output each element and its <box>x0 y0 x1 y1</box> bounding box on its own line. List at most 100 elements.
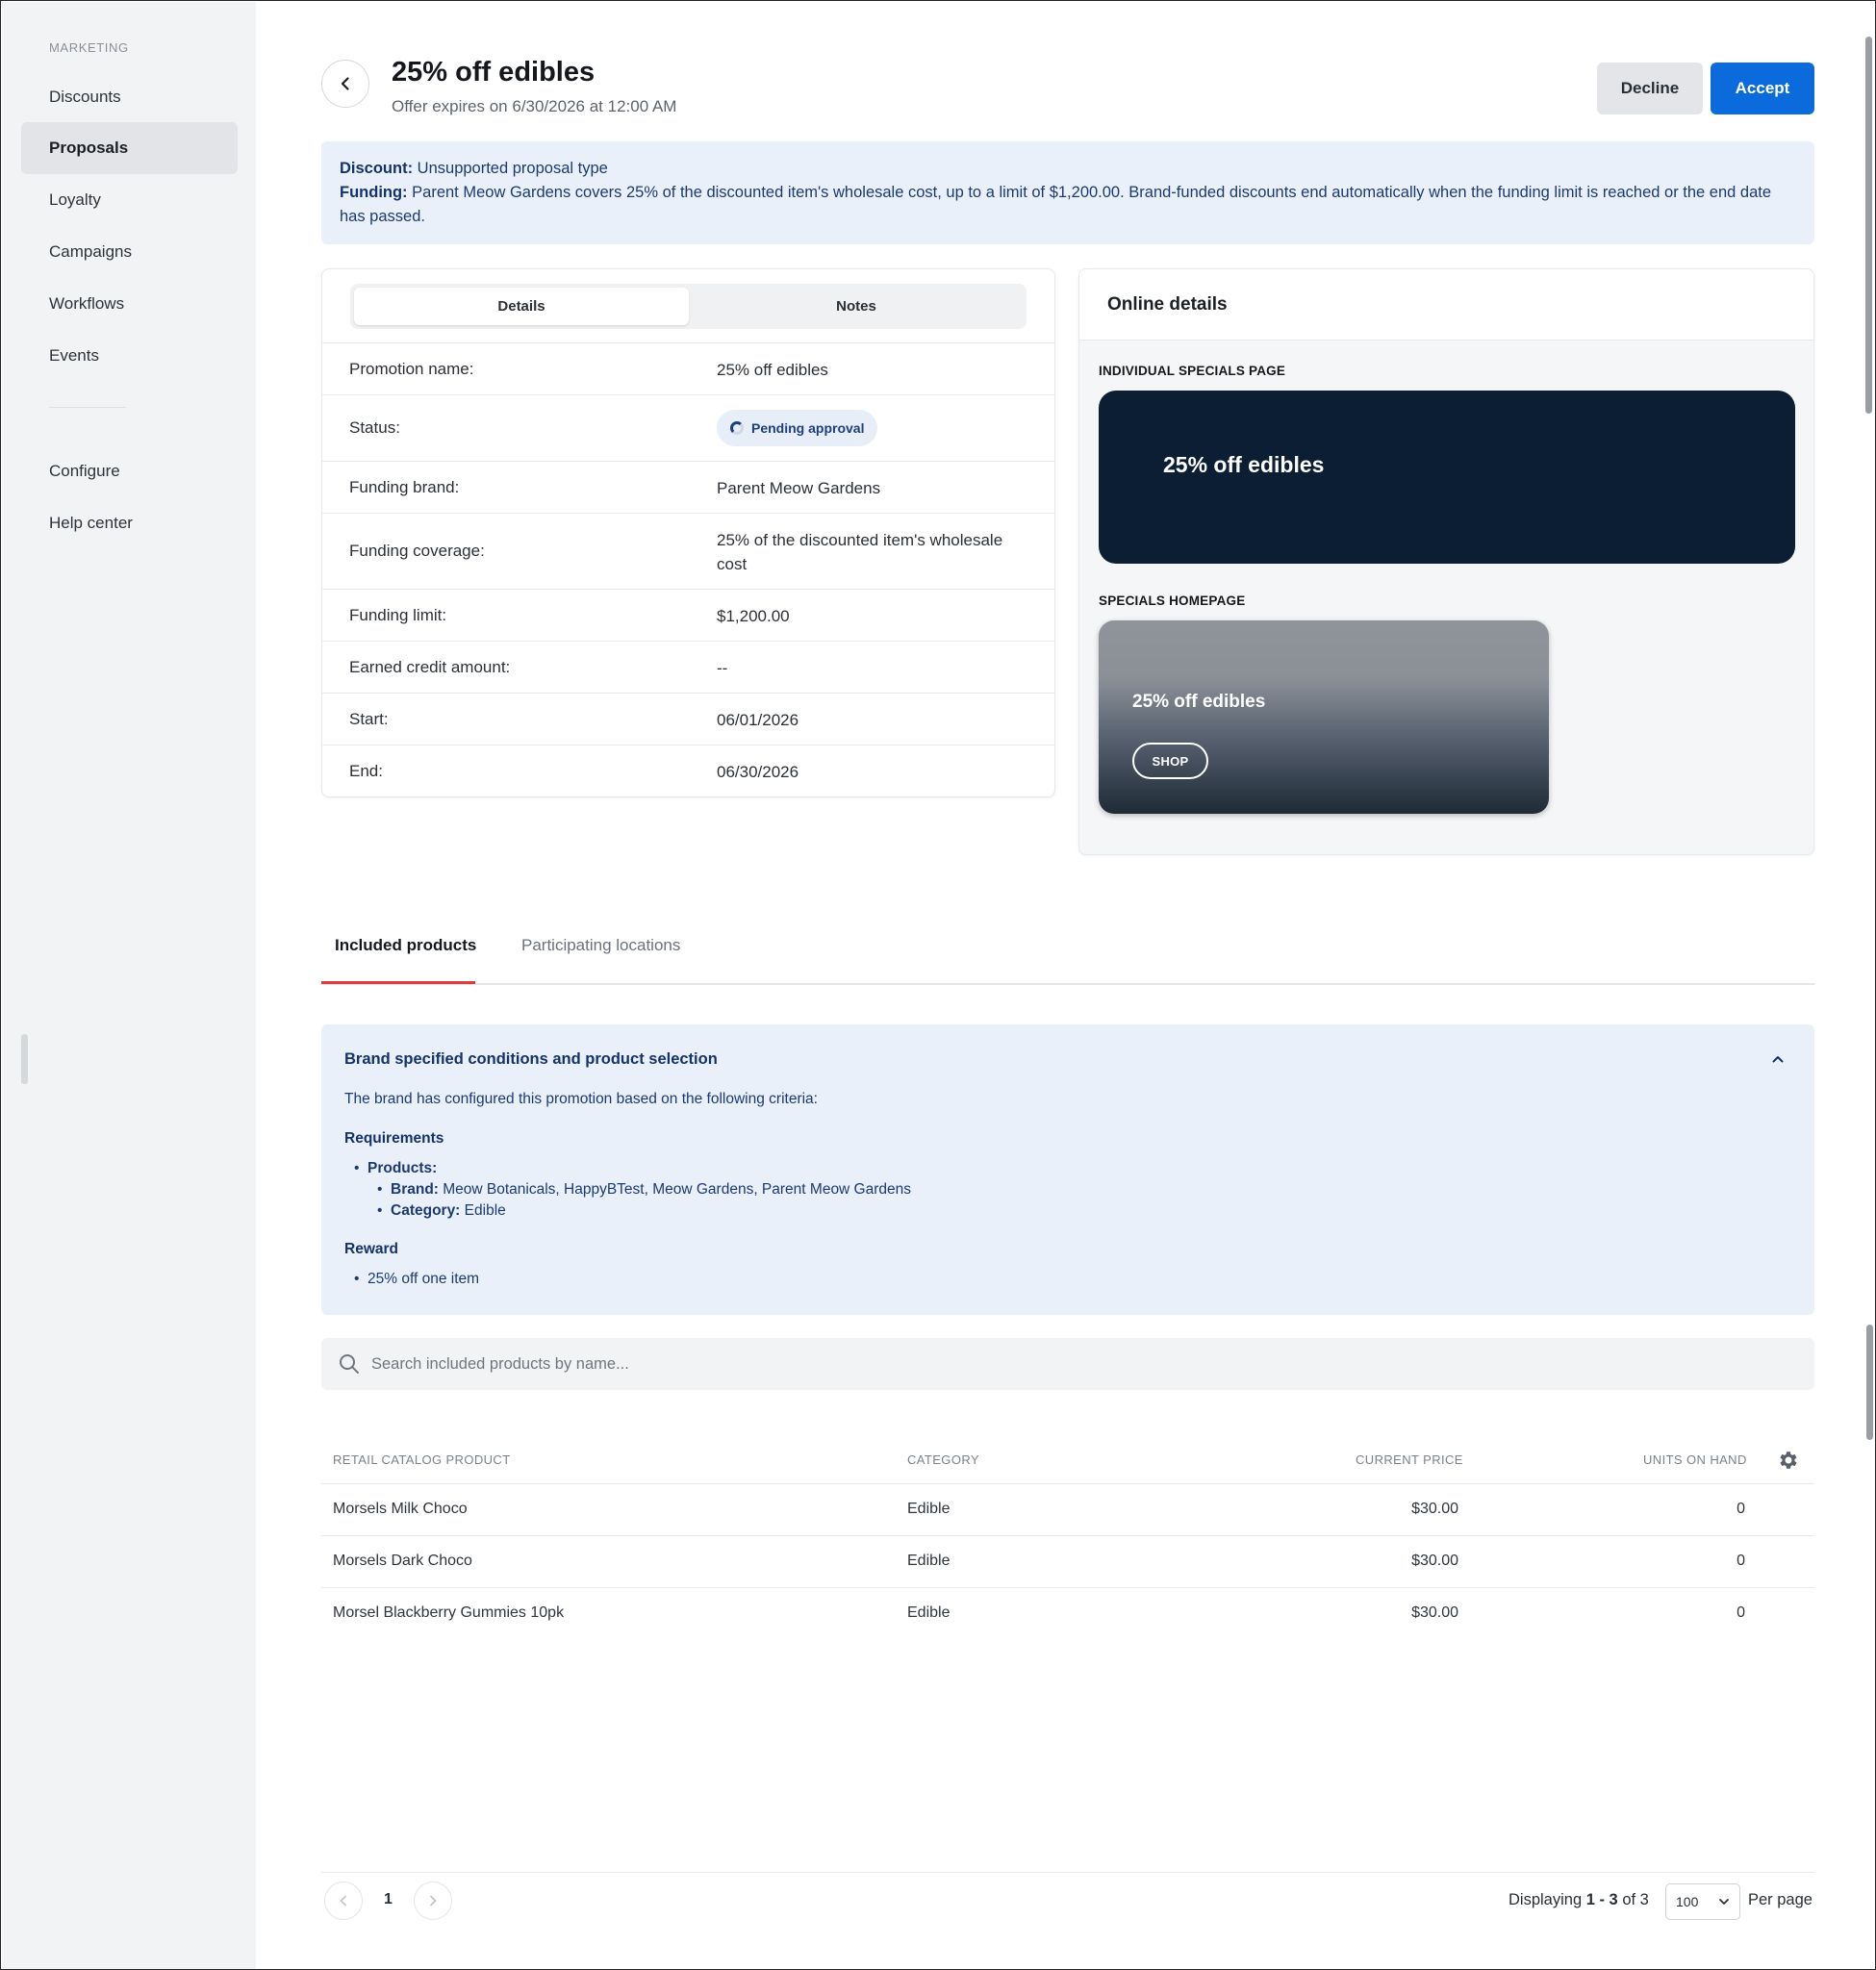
chevron-left-icon <box>340 1895 346 1907</box>
brand-conditions-panel: Brand specified conditions and product s… <box>321 1024 1814 1315</box>
details-notes-toggle: Details Notes <box>350 284 1027 329</box>
per-page-select[interactable]: 100 <box>1665 1883 1740 1920</box>
requirements-heading: Requirements <box>344 1130 444 1147</box>
offer-expiry: Offer expires on 6/30/2026 at 12:00 AM <box>392 97 677 115</box>
search-input[interactable] <box>371 1338 1795 1390</box>
decline-button[interactable]: Decline <box>1597 63 1703 114</box>
detail-value: 25% of the discounted item's wholesale c… <box>717 531 1003 573</box>
individual-specials-preview: 25% off edibles <box>1099 391 1795 564</box>
discount-text: Unsupported proposal type <box>413 160 608 177</box>
discount-line: Discount: Unsupported proposal type <box>340 157 1796 181</box>
displaying-count: Displaying 1 - 3 of 3 <box>1508 1891 1649 1909</box>
scrollbar-thumb[interactable] <box>1865 37 1872 414</box>
category-label: Category: <box>391 1202 461 1219</box>
detail-label: Status: <box>349 418 400 437</box>
sidebar-item-loyalty[interactable]: Loyalty <box>21 174 238 226</box>
detail-row-start: Start: 06/01/2026 <box>322 693 1054 745</box>
individual-specials-label: INDIVIDUAL SPECIALS PAGE <box>1099 364 1286 378</box>
next-page-button[interactable] <box>414 1882 452 1920</box>
product-price: $30.00 <box>1411 1501 1458 1517</box>
sidebar-resize-handle[interactable] <box>21 1034 28 1084</box>
sidebar: MARKETING Discounts Proposals Loyalty Ca… <box>2 2 256 1969</box>
product-category: Edible <box>907 1501 951 1517</box>
product-units: 0 <box>1737 1604 1745 1621</box>
tab-included-products[interactable]: Included products <box>335 936 476 955</box>
brand-label: Brand: <box>391 1181 439 1198</box>
discount-label: Discount: <box>340 160 414 177</box>
sidebar-item-configure[interactable]: Configure <box>21 445 238 497</box>
page-scrollbar[interactable] <box>1863 2 1874 1969</box>
prev-page-button[interactable] <box>324 1882 363 1920</box>
active-tab-indicator <box>321 981 475 984</box>
displaying-prefix: Displaying <box>1508 1891 1586 1908</box>
sidebar-item-campaigns[interactable]: Campaigns <box>21 226 238 278</box>
brand-requirement: Brand: Meow Botanicals, HappyBTest, Meow… <box>377 1181 912 1199</box>
detail-value: 06/01/2026 <box>717 711 799 729</box>
sidebar-item-events[interactable]: Events <box>21 330 238 382</box>
product-name: Morsels Milk Choco <box>333 1501 468 1517</box>
products-requirement: Products: <box>354 1160 438 1177</box>
sidebar-item-discounts[interactable]: Discounts <box>21 71 238 123</box>
detail-label: Funding brand: <box>349 478 460 496</box>
chevron-right-icon <box>430 1895 437 1907</box>
displaying-range: 1 - 3 <box>1585 1891 1618 1908</box>
category-requirement: Category: Edible <box>377 1202 506 1220</box>
displaying-total: of 3 <box>1617 1891 1649 1908</box>
product-units: 0 <box>1737 1553 1745 1569</box>
online-details-card: Online details INDIVIDUAL SPECIALS PAGE … <box>1078 268 1814 855</box>
column-header-units[interactable]: UNITS ON HAND <box>1643 1452 1747 1467</box>
sidebar-item-help-center[interactable]: Help center <box>21 497 238 549</box>
column-header-product[interactable]: RETAIL CATALOG PRODUCT <box>333 1452 511 1467</box>
detail-value: $1,200.00 <box>717 607 790 625</box>
detail-label: Promotion name: <box>349 360 474 378</box>
pagination-divider <box>321 1872 1814 1873</box>
shop-button[interactable]: SHOP <box>1132 743 1208 779</box>
reward-heading: Reward <box>344 1241 398 1257</box>
tab-participating-locations[interactable]: Participating locations <box>521 936 680 955</box>
specials-homepage-title: 25% off edibles <box>1132 692 1266 712</box>
table-row[interactable]: Morsel Blackberry Gummies 10pk Edible $3… <box>321 1587 1814 1639</box>
status-badge: Pending approval <box>717 410 878 446</box>
detail-row-funding-limit: Funding limit: $1,200.00 <box>322 589 1054 641</box>
column-header-price[interactable]: CURRENT PRICE <box>1356 1452 1463 1467</box>
tab-notes[interactable]: Notes <box>689 288 1024 325</box>
funding-label: Funding: <box>340 184 408 201</box>
brand-value: Meow Botanicals, HappyBTest, Meow Garden… <box>438 1181 912 1198</box>
table-row[interactable]: Morsels Dark Choco Edible $30.00 0 <box>321 1535 1814 1587</box>
product-price: $30.00 <box>1411 1553 1458 1569</box>
detail-value: 06/30/2026 <box>717 763 799 781</box>
accept-button[interactable]: Accept <box>1711 63 1814 114</box>
detail-label: Funding limit: <box>349 606 447 624</box>
online-details-title: Online details <box>1079 269 1813 341</box>
sidebar-section-label: MARKETING <box>49 40 129 55</box>
products-label: Products: <box>368 1160 438 1176</box>
column-header-category[interactable]: CATEGORY <box>907 1452 979 1467</box>
chevron-up-icon[interactable] <box>1768 1049 1787 1069</box>
tab-details[interactable]: Details <box>354 288 689 325</box>
specials-homepage-label: SPECIALS HOMEPAGE <box>1099 594 1246 608</box>
search-icon <box>340 1354 359 1374</box>
detail-row-end: End: 06/30/2026 <box>322 745 1054 796</box>
chevron-down-icon <box>1719 1899 1729 1905</box>
detail-value: Parent Meow Gardens <box>717 479 881 497</box>
product-units: 0 <box>1737 1501 1745 1517</box>
sidebar-item-proposals[interactable]: Proposals <box>21 122 238 174</box>
current-page[interactable]: 1 <box>384 1891 393 1908</box>
sidebar-item-workflows[interactable]: Workflows <box>21 278 238 330</box>
table-row[interactable]: Morsels Milk Choco Edible $30.00 0 <box>321 1483 1814 1535</box>
funding-line: Funding: Parent Meow Gardens covers 25% … <box>340 181 1796 229</box>
tabs-divider <box>321 983 1814 985</box>
page-title: 25% off edibles <box>392 57 596 88</box>
back-button[interactable] <box>321 60 369 108</box>
product-price: $30.00 <box>1411 1604 1458 1621</box>
specials-homepage-preview: 25% off edibles SHOP <box>1099 620 1549 814</box>
detail-value: -- <box>717 659 728 677</box>
conditions-title: Brand specified conditions and product s… <box>344 1050 718 1068</box>
reward-item: 25% off one item <box>354 1271 479 1288</box>
gear-icon[interactable] <box>1777 1449 1800 1472</box>
scrollbar-thumb-secondary[interactable] <box>1866 1325 1873 1440</box>
product-category: Edible <box>907 1604 951 1621</box>
category-value: Edible <box>460 1202 506 1219</box>
product-search <box>321 1338 1814 1390</box>
funding-text: Parent Meow Gardens covers 25% of the di… <box>340 184 1772 225</box>
